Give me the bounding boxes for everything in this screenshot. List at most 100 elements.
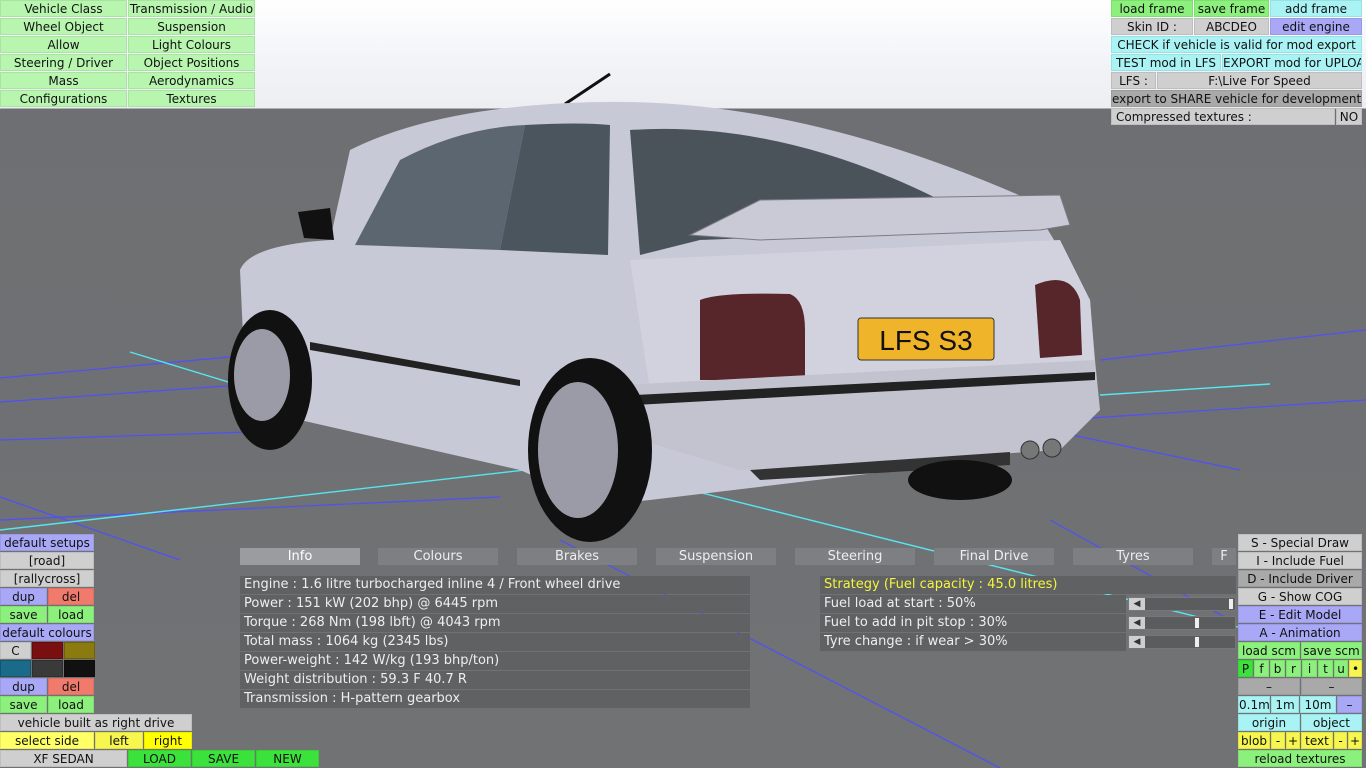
info-row-transmission: Transmission : H-pattern gearbox <box>240 690 750 708</box>
save-scm-button[interactable]: save scm <box>1301 642 1362 659</box>
include-driver-toggle[interactable]: D - Include Driver <box>1238 570 1362 587</box>
export-mod-button[interactable]: EXPORT mod for UPLOAD <box>1222 54 1362 71</box>
text-label: text <box>1301 732 1333 749</box>
menu-object-positions[interactable]: Object Positions <box>128 54 255 71</box>
menu-configurations[interactable]: Configurations <box>0 90 127 107</box>
menu-mass[interactable]: Mass <box>0 72 127 89</box>
tab-info[interactable]: Info <box>240 548 360 565</box>
load-frame-button[interactable]: load frame <box>1111 0 1193 17</box>
menu-textures[interactable]: Textures <box>128 90 255 107</box>
special-draw-toggle[interactable]: S - Special Draw <box>1238 534 1362 551</box>
compressed-textures-toggle[interactable]: NO <box>1336 108 1362 125</box>
tab-overflow[interactable]: F <box>1212 548 1236 565</box>
option-dot[interactable]: • <box>1349 660 1362 677</box>
blob-plus-button[interactable]: + <box>1286 732 1300 749</box>
tab-steering[interactable]: Steering <box>795 548 915 565</box>
step-minus-left[interactable]: – <box>1238 678 1300 695</box>
origin-button[interactable]: origin <box>1238 714 1300 731</box>
slider-left-arrow-icon[interactable]: ◀ <box>1129 598 1145 610</box>
save-car-button[interactable]: SAVE <box>192 750 255 767</box>
info-row-torque: Torque : 268 Nm (198 lbft) @ 4043 rpm <box>240 614 750 632</box>
colour-swatch-grey[interactable] <box>32 660 63 677</box>
car-name-field[interactable]: XF SEDAN <box>0 750 127 767</box>
new-car-button[interactable]: NEW <box>256 750 319 767</box>
load-car-button[interactable]: LOAD <box>128 750 191 767</box>
load-colour-button[interactable]: load <box>48 696 94 713</box>
strategy-tyre-change-label: Tyre change : if wear > 30% <box>820 633 1126 651</box>
test-mod-button[interactable]: TEST mod in LFS <box>1111 54 1221 71</box>
compressed-textures-label: Compressed textures : <box>1111 108 1335 125</box>
reload-textures-button[interactable]: reload textures <box>1238 750 1362 767</box>
tyre-change-slider[interactable]: ◀ <box>1128 635 1236 649</box>
colour-swatch-olive[interactable] <box>64 642 95 659</box>
dup-colour-button[interactable]: dup <box>0 678 47 695</box>
colour-swatch-black[interactable] <box>64 660 95 677</box>
menu-wheel-object[interactable]: Wheel Object <box>0 18 127 35</box>
tab-suspension[interactable]: Suspension <box>656 548 776 565</box>
default-setups-button[interactable]: default setups <box>0 534 94 551</box>
step-minus[interactable]: – <box>1337 696 1362 713</box>
built-as-label: vehicle built as right drive <box>0 714 192 731</box>
option-f[interactable]: f <box>1254 660 1269 677</box>
step-1m[interactable]: 1m <box>1271 696 1299 713</box>
edit-model-button[interactable]: E - Edit Model <box>1238 606 1362 623</box>
option-p[interactable]: P <box>1238 660 1253 677</box>
text-minus-button[interactable]: - <box>1334 732 1347 749</box>
del-setup-button[interactable]: del <box>48 588 94 605</box>
object-button[interactable]: object <box>1301 714 1362 731</box>
tab-tyres[interactable]: Tyres <box>1073 548 1193 565</box>
default-colours-button[interactable]: default colours <box>0 624 94 641</box>
export-share-button[interactable]: export to SHARE vehicle for development <box>1111 90 1362 107</box>
slider-thumb[interactable] <box>1229 599 1233 609</box>
tab-brakes[interactable]: Brakes <box>517 548 637 565</box>
slider-left-arrow-icon[interactable]: ◀ <box>1129 636 1145 648</box>
colour-swatch-red[interactable] <box>32 642 63 659</box>
tab-final-drive[interactable]: Final Drive <box>934 548 1054 565</box>
text-plus-button[interactable]: + <box>1348 732 1362 749</box>
save-setup-button[interactable]: save <box>0 606 47 623</box>
dup-setup-button[interactable]: dup <box>0 588 47 605</box>
menu-vehicle-class[interactable]: Vehicle Class <box>0 0 127 17</box>
edit-engine-button[interactable]: edit engine <box>1270 18 1362 35</box>
menu-steering-driver[interactable]: Steering / Driver <box>0 54 127 71</box>
menu-light-colours[interactable]: Light Colours <box>128 36 255 53</box>
setup-rallycross[interactable]: [rallycross] <box>0 570 94 587</box>
step-0-1m[interactable]: 0.1m <box>1238 696 1270 713</box>
save-colour-button[interactable]: save <box>0 696 47 713</box>
fuel-start-slider[interactable]: ◀ <box>1128 597 1236 611</box>
menu-aerodynamics[interactable]: Aerodynamics <box>128 72 255 89</box>
fuel-pit-slider[interactable]: ◀ <box>1128 616 1236 630</box>
side-right-button[interactable]: right <box>144 732 192 749</box>
menu-suspension[interactable]: Suspension <box>128 18 255 35</box>
slider-thumb[interactable] <box>1195 637 1199 647</box>
colour-swatch-blue[interactable] <box>0 660 31 677</box>
del-colour-button[interactable]: del <box>48 678 94 695</box>
step-minus-right[interactable]: – <box>1301 678 1362 695</box>
slider-left-arrow-icon[interactable]: ◀ <box>1129 617 1145 629</box>
colour-c-button[interactable]: C <box>0 642 31 659</box>
skin-id-field[interactable]: ABCDEO <box>1194 18 1269 35</box>
animation-button[interactable]: A - Animation <box>1238 624 1362 641</box>
option-b[interactable]: b <box>1270 660 1285 677</box>
setup-road[interactable]: [road] <box>0 552 94 569</box>
check-valid-button[interactable]: CHECK if vehicle is valid for mod export <box>1111 36 1362 53</box>
add-frame-button[interactable]: add frame <box>1270 0 1362 17</box>
lfs-path-field[interactable]: F:\Live For Speed <box>1157 72 1362 89</box>
slider-thumb[interactable] <box>1195 618 1199 628</box>
option-i[interactable]: i <box>1302 660 1317 677</box>
tab-colours[interactable]: Colours <box>378 548 498 565</box>
load-scm-button[interactable]: load scm <box>1238 642 1300 659</box>
option-t[interactable]: t <box>1318 660 1333 677</box>
menu-allow[interactable]: Allow <box>0 36 127 53</box>
side-left-button[interactable]: left <box>95 732 143 749</box>
include-fuel-toggle[interactable]: I - Include Fuel <box>1238 552 1362 569</box>
step-10m[interactable]: 10m <box>1300 696 1336 713</box>
option-r[interactable]: r <box>1286 660 1301 677</box>
load-setup-button[interactable]: load <box>48 606 94 623</box>
save-frame-button[interactable]: save frame <box>1194 0 1269 17</box>
option-u[interactable]: u <box>1334 660 1348 677</box>
menu-transmission-audio[interactable]: Transmission / Audio <box>128 0 255 17</box>
show-cog-toggle[interactable]: G - Show COG <box>1238 588 1362 605</box>
info-row-power-weight: Power-weight : 142 W/kg (193 bhp/ton) <box>240 652 750 670</box>
blob-minus-button[interactable]: - <box>1271 732 1285 749</box>
